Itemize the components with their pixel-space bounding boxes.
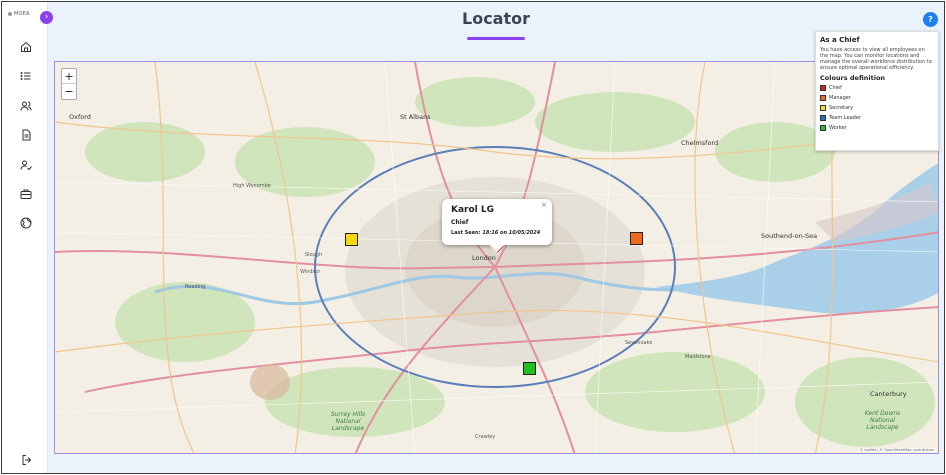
- last-seen-value: 18:16 on 10/05/2024: [482, 230, 541, 236]
- legend-swatch: [820, 115, 826, 121]
- legend-label: Team Leader: [829, 115, 861, 121]
- legend-label: Chief: [829, 85, 842, 91]
- place-label: Crawley: [475, 434, 496, 440]
- legend-label: Manager: [829, 95, 851, 101]
- document-icon[interactable]: [20, 126, 32, 141]
- place-label: Windsor: [300, 269, 321, 275]
- place-label: Slough: [305, 252, 323, 258]
- legend-item-chief: Chief: [820, 84, 934, 92]
- legend-item-manager: Manager: [820, 94, 934, 102]
- legend-title: Colours definition: [820, 74, 886, 82]
- place-label: Southend-on-Sea: [761, 232, 818, 240]
- info-text: You have access to view all employees on…: [820, 47, 932, 71]
- place-label: Chelmsford: [681, 139, 719, 147]
- legend: Chief Manager Secretary Team Leader Work…: [820, 84, 934, 132]
- last-seen-label: Last Seen:: [451, 230, 481, 236]
- page-header: Locator ?: [48, 2, 944, 58]
- briefcase-icon[interactable]: [20, 185, 32, 199]
- manager-marker[interactable]: [630, 232, 643, 245]
- legend-label: Worker: [829, 125, 847, 131]
- zoom-control: + −: [61, 68, 77, 100]
- legend-swatch: [820, 85, 826, 91]
- zoom-in-button[interactable]: +: [62, 69, 76, 84]
- popup-close-button[interactable]: ×: [541, 201, 547, 209]
- logout-icon[interactable]: [21, 451, 33, 465]
- map-view[interactable]: Oxford St Albans Chelmsford London South…: [54, 61, 939, 454]
- secretary-marker[interactable]: [345, 233, 358, 246]
- brand-logo: MOEA: [8, 11, 30, 17]
- zoom-out-button[interactable]: −: [62, 84, 76, 99]
- place-label: Sevenoaks: [625, 340, 653, 346]
- place-label: Maidstone: [685, 354, 711, 360]
- place-label: St Albans: [400, 113, 431, 121]
- brand-text: MOEA: [14, 11, 30, 17]
- place-label: High Wycombe: [233, 183, 271, 189]
- expand-sidebar-button[interactable]: ›: [40, 11, 53, 24]
- globe-icon[interactable]: [20, 214, 32, 229]
- region-label: Kent Downs National Landscape: [864, 410, 901, 431]
- help-button[interactable]: ?: [923, 12, 938, 27]
- role-info-panel: As a Chief You have access to view all e…: [815, 31, 939, 151]
- legend-item-worker: Worker: [820, 124, 934, 132]
- list-icon[interactable]: [20, 67, 32, 80]
- sidebar: MOEA: [2, 2, 48, 473]
- employee-role: Chief: [451, 219, 469, 226]
- employee-popup: × Karol LG Chief Last Seen: 18:16 on 10/…: [442, 199, 552, 253]
- place-label: Canterbury: [870, 390, 907, 398]
- map-tiles: [55, 62, 938, 453]
- legend-swatch: [820, 125, 826, 131]
- info-title: As a Chief: [820, 36, 860, 44]
- users-icon[interactable]: [20, 97, 32, 111]
- place-label: Oxford: [69, 113, 91, 121]
- legend-item-team-leader: Team Leader: [820, 114, 934, 122]
- legend-label: Secretary: [829, 105, 854, 111]
- title-underline: [467, 37, 525, 40]
- place-label: Reading: [185, 284, 206, 290]
- app-window: MOEA › Locator ? Oxford St Albans Chelms…: [1, 1, 945, 474]
- legend-swatch: [820, 95, 826, 101]
- region-label: Surrey Hills National Landscape: [330, 411, 366, 432]
- page-title: Locator: [462, 9, 530, 28]
- worker-marker[interactable]: [523, 362, 536, 375]
- map-attribution[interactable]: © Leaflet | © OpenStreetMap contributors: [857, 448, 936, 452]
- user-check-icon[interactable]: [20, 156, 32, 171]
- place-label: London: [472, 254, 496, 262]
- last-seen: Last Seen: 18:16 on 10/05/2024: [451, 230, 543, 236]
- legend-item-secretary: Secretary: [820, 104, 934, 112]
- employee-name: Karol LG: [451, 205, 495, 215]
- legend-swatch: [820, 105, 826, 111]
- home-icon[interactable]: [20, 38, 32, 52]
